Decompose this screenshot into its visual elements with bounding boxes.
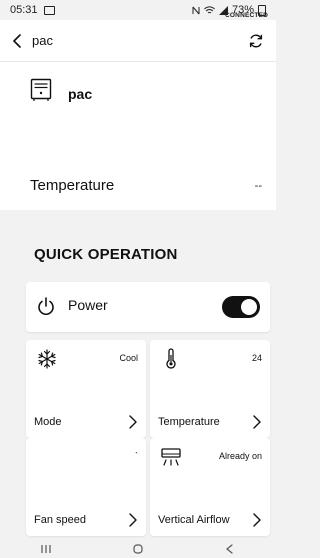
vertical-airflow-tile[interactable]: Already on Vertical Airflow bbox=[150, 438, 270, 536]
wifi-icon bbox=[204, 5, 215, 13]
chevron-left-icon bbox=[13, 33, 21, 48]
home-icon[interactable] bbox=[132, 544, 144, 554]
recent-apps-icon[interactable] bbox=[40, 544, 52, 554]
air-conditioner-unit-icon bbox=[30, 78, 52, 101]
mode-tile[interactable]: Cool Mode bbox=[26, 340, 146, 438]
app-bar: pac bbox=[0, 20, 276, 62]
page-title: pac bbox=[32, 33, 53, 48]
nfc-icon bbox=[192, 6, 200, 14]
temperature-label: Temperature bbox=[30, 177, 115, 194]
temperature-tile[interactable]: 24 Temperature bbox=[150, 340, 270, 438]
status-time: 05:31 bbox=[10, 4, 38, 16]
power-card: Power bbox=[26, 282, 270, 332]
vertical-airflow-label: Vertical Airflow bbox=[158, 514, 230, 526]
mode-value: Cool bbox=[119, 353, 138, 363]
chevron-right-icon bbox=[129, 513, 137, 527]
fan-speed-label: Fan speed bbox=[34, 514, 86, 526]
temperature-value: -- bbox=[254, 180, 262, 192]
chevron-right-icon bbox=[129, 415, 137, 429]
air-vent-swing-icon bbox=[161, 448, 181, 466]
fan-speed-tile[interactable]: ` Fan speed bbox=[26, 438, 146, 536]
chevron-right-icon bbox=[253, 513, 261, 527]
connection-status: CONNECTED bbox=[225, 12, 268, 19]
snowflake-icon bbox=[38, 349, 56, 369]
power-toggle[interactable] bbox=[222, 296, 260, 318]
toggle-knob bbox=[241, 299, 257, 315]
power-label: Power bbox=[68, 297, 108, 313]
fan-speed-value: ` bbox=[135, 451, 138, 461]
system-navigation-bar bbox=[0, 540, 276, 558]
refresh-icon bbox=[249, 34, 263, 48]
back-nav-icon[interactable] bbox=[224, 544, 236, 554]
refresh-button[interactable] bbox=[246, 31, 266, 51]
mode-label: Mode bbox=[34, 416, 62, 428]
thermometer-icon bbox=[166, 348, 176, 369]
chevron-right-icon bbox=[253, 415, 261, 429]
temperature-tile-label: Temperature bbox=[158, 416, 220, 428]
device-name: pac bbox=[68, 86, 93, 102]
power-icon bbox=[38, 297, 54, 315]
temperature-setpoint: 24 bbox=[251, 353, 262, 363]
quick-operation-title: QUICK OPERATION bbox=[34, 246, 178, 263]
back-button[interactable] bbox=[4, 20, 30, 62]
vertical-airflow-value: Already on bbox=[218, 451, 262, 461]
status-left: 05:31 bbox=[10, 4, 55, 16]
gallery-notification-icon bbox=[43, 5, 55, 15]
